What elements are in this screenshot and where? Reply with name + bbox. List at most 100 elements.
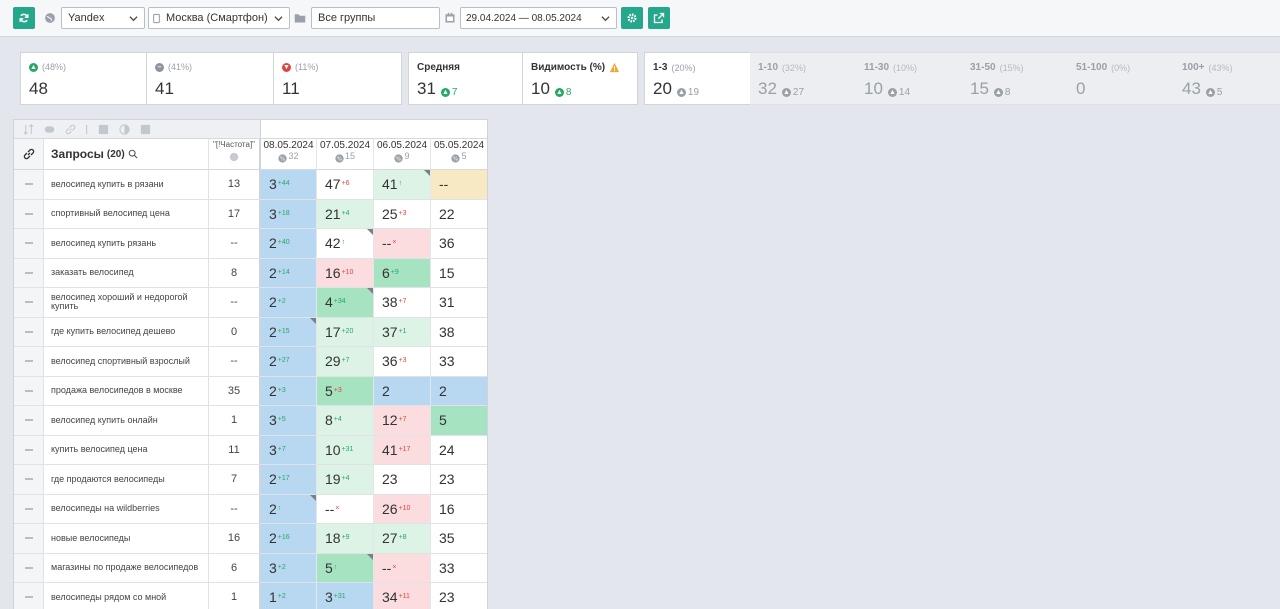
table-row[interactable]: велосипед спортивный взрослый -- 2+27 29+7 3… [14,347,487,377]
position-cell[interactable]: 16 [431,495,487,524]
position-cell[interactable]: 23 [431,465,487,494]
search-engine-select[interactable]: Yandex [61,7,145,29]
contrast-icon[interactable] [119,123,130,135]
row-action[interactable] [14,406,44,435]
position-cell[interactable]: 26+10 [374,494,431,523]
position-cell[interactable]: 21+4 [317,199,374,228]
table-row[interactable]: где купить велосипед дешево 0 2+15 17+20 37+… [14,317,487,347]
position-cell[interactable]: 3+44 [260,170,317,199]
queries-column-header[interactable]: Запросы (20) [44,139,209,170]
search-icon[interactable] [128,149,138,159]
position-cell[interactable]: 15 [431,259,487,288]
table-row[interactable]: купить велосипед цена 11 3+7 10+31 41+17 24 [14,435,487,465]
row-action[interactable] [14,170,44,199]
position-cell[interactable]: 2+15 [260,317,317,346]
position-cell[interactable]: 31 [431,288,487,317]
position-cell[interactable]: 4+34 [317,288,374,317]
row-action[interactable] [14,583,44,609]
position-cell[interactable]: 2+2 [260,288,317,317]
position-cell[interactable]: 2+14 [260,258,317,287]
toggle-icon[interactable] [44,124,55,135]
row-action[interactable] [14,435,44,464]
row-action[interactable] [14,258,44,287]
position-cell[interactable]: 16+10 [317,258,374,287]
position-cell[interactable]: 38+7 [374,288,431,317]
row-action[interactable] [14,347,44,376]
position-cell[interactable]: -- [431,170,487,199]
date-column-header[interactable]: 05.05.2024% 5 [431,139,487,170]
settings-button[interactable] [621,7,643,29]
position-cell[interactable]: 27+8 [374,524,431,553]
position-cell[interactable]: 42↑ [317,229,374,258]
row-action[interactable] [14,288,44,317]
position-cell[interactable]: --× [374,229,431,258]
sort-icon[interactable] [23,123,34,135]
row-action[interactable] [14,376,44,405]
position-cell[interactable]: 5↑ [317,553,374,582]
position-cell[interactable]: 22 [431,200,487,229]
table-row[interactable]: велосипед купить в рязани 13 3+44 47+6 41↑ -- [14,170,487,200]
position-cell[interactable]: 2+17 [260,465,317,494]
range-card-1-3[interactable]: 1-3 (20%) 20 ▲ 19 [644,52,751,105]
table-row[interactable]: где продаются велосипеды 7 2+17 19+4 23 23 [14,465,487,495]
position-cell[interactable]: 12+7 [374,406,431,435]
card-declined[interactable]: ▼ (11%) 11 [274,52,402,105]
position-cell[interactable]: 2+16 [260,524,317,553]
position-cell[interactable]: 3+5 [260,406,317,435]
position-cell[interactable]: 23 [374,465,431,494]
position-cell[interactable]: 5 [431,406,487,435]
position-cell[interactable]: 3+2 [260,553,317,582]
position-cell[interactable]: --× [374,553,431,582]
row-action[interactable] [14,465,44,494]
position-cell[interactable]: 41↑ [374,170,431,199]
position-cell[interactable]: 33 [431,347,487,376]
warning-icon[interactable] [609,62,620,73]
position-cell[interactable]: 6+9 [374,258,431,287]
columns-icon[interactable] [140,124,151,135]
frequency-column-header[interactable]: "[!Частота]" [209,139,260,170]
position-cell[interactable]: 36 [431,229,487,258]
position-cell[interactable]: 5+3 [317,376,374,405]
range-card-51-100[interactable]: 51-100 (0%) 0 [1068,52,1175,105]
row-action[interactable] [14,553,44,582]
position-cell[interactable]: 10+31 [317,435,374,464]
table-row[interactable]: новые велосипеды 16 2+16 18+9 27+8 35 [14,524,487,554]
position-cell[interactable]: 3+7 [260,435,317,464]
card-unchanged[interactable]: – (41%) 41 [147,52,274,105]
row-action[interactable] [14,494,44,523]
export-button[interactable] [648,7,670,29]
position-cell[interactable]: 25+3 [374,199,431,228]
position-cell[interactable]: 18+9 [317,524,374,553]
position-cell[interactable]: 2↑ [260,494,317,523]
position-cell[interactable]: 23 [431,583,487,609]
table-row[interactable]: велосипеды рядом со мной 1 1+2 3+31 34+11 23 [14,583,487,609]
range-card-1-10[interactable]: 1-10 (32%) 32 ▲ 27 [750,52,857,105]
position-cell[interactable]: 3+31 [317,583,374,609]
range-card-31-50[interactable]: 31-50 (15%) 15 ▲ 8 [962,52,1069,105]
group-select[interactable]: Все группы [311,7,440,29]
position-cell[interactable]: 19+4 [317,465,374,494]
range-card-11-30[interactable]: 11-30 (10%) 10 ▲ 14 [856,52,963,105]
table-row[interactable]: спортивный велосипед цена 17 3+18 21+4 25+3 2… [14,199,487,229]
row-action[interactable] [14,229,44,258]
table-row[interactable]: магазины по продаже велосипедов 6 3+2 5↑ --×… [14,553,487,583]
row-action[interactable] [14,199,44,228]
position-cell[interactable]: 35 [431,524,487,553]
table-row[interactable]: велосипед хороший и недорогой купить -- 2+… [14,288,487,318]
position-cell[interactable]: 17+20 [317,317,374,346]
card-improved[interactable]: ▲ (48%) 48 [20,52,147,105]
table-row[interactable]: заказать велосипед 8 2+14 16+10 6+9 15 [14,258,487,288]
table-row[interactable]: велосипед купить рязань -- 2+40 42↑ --× 36 [14,229,487,259]
position-cell[interactable]: 38 [431,318,487,347]
region-select[interactable]: Москва (Смартфон) [148,7,290,29]
range-card-100plus[interactable]: 100+ (43%) 43 ▲ 5 [1174,52,1280,105]
table-row[interactable]: продажа велосипедов в москве 35 2+3 5+3 2 2 [14,376,487,406]
position-cell[interactable]: 8+4 [317,406,374,435]
position-cell[interactable]: 33 [431,554,487,583]
date-column-header[interactable]: 06.05.2024% 9 [374,139,431,170]
position-cell[interactable]: --× [317,494,374,523]
position-cell[interactable]: 24 [431,436,487,465]
position-cell[interactable]: 2 [431,376,487,405]
date-column-header[interactable]: 07.05.2024% 15 [317,139,374,170]
position-cell[interactable]: 36+3 [374,347,431,376]
